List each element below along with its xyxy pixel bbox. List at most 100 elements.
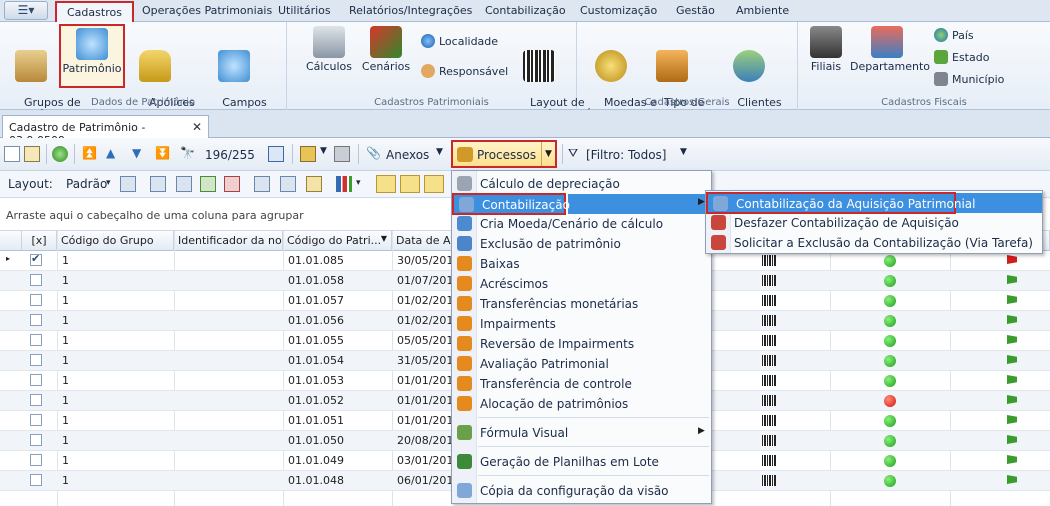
menu-item-copia-da-configuracao-da-visao[interactable]: Cópia da configuração da visão: [452, 481, 711, 501]
row-select-checkbox[interactable]: [30, 274, 42, 286]
asset-diamond-icon: [76, 28, 108, 60]
row-select-checkbox[interactable]: [30, 354, 42, 366]
grid-icon[interactable]: [176, 176, 192, 192]
refresh-icon[interactable]: [52, 146, 68, 162]
ribbon-tab-relatorios-integracoes[interactable]: Relatórios/Integrações: [349, 4, 472, 17]
pais-button[interactable]: País: [934, 28, 974, 42]
submenu-item-solicitar-exclusao-contabilizacao[interactable]: Solicitar a Exclusão da Contabilização (…: [706, 233, 1042, 253]
ribbon-tab-gestao[interactable]: Gestão: [676, 4, 715, 17]
cell-codigo-patrimonio: 01.01.048: [288, 474, 344, 487]
departamento-button[interactable]: Departamento: [850, 26, 930, 73]
download-icon[interactable]: [200, 176, 216, 192]
row-select-checkbox[interactable]: [30, 334, 42, 346]
column-header-codigo-patrimonio[interactable]: Código do Patri... ▼: [283, 231, 392, 251]
menu-item-baixas[interactable]: Baixas: [452, 254, 711, 274]
view-mode-icon[interactable]: [424, 175, 444, 193]
menu-item-avaliacao-patrimonial[interactable]: Avaliação Patrimonial: [452, 354, 711, 374]
estado-button[interactable]: Estado: [934, 50, 989, 64]
calendar-icon[interactable]: [268, 146, 284, 162]
first-record-icon[interactable]: ⏫: [82, 146, 97, 160]
anexos-dropdown-icon[interactable]: ▼: [436, 147, 443, 157]
ribbon-tab-ambiente[interactable]: Ambiente: [736, 4, 789, 17]
binoculars-icon[interactable]: 🔭: [180, 146, 195, 160]
menu-item-impairments[interactable]: Impairments: [452, 314, 711, 334]
filter-dropdown-icon[interactable]: ▼: [680, 147, 687, 157]
application-menu-button[interactable]: ☰▾: [4, 1, 48, 20]
menu-item-geracao-de-planilhas-em-lote[interactable]: Geração de Planilhas em Lote: [452, 452, 711, 472]
row-select-checkbox[interactable]: [30, 394, 42, 406]
status-indicator-icon: [884, 455, 896, 467]
layout-preset-dropdown[interactable]: Padrão: [66, 177, 107, 191]
new-record-icon[interactable]: [4, 146, 20, 162]
localidade-button[interactable]: Localidade: [421, 34, 498, 48]
document-tab[interactable]: Cadastro de Patrimônio - 03.9.0509 ✕: [2, 115, 209, 147]
cell-codigo-grupo: 1: [62, 434, 69, 447]
chart-icon[interactable]: [336, 176, 352, 192]
municipio-button[interactable]: Município: [934, 72, 1004, 86]
ribbon-tab-cadastros[interactable]: Cadastros: [55, 1, 134, 22]
cell-codigo-grupo: 1: [62, 314, 69, 327]
responsavel-button[interactable]: Responsável: [421, 64, 508, 78]
row-select-checkbox[interactable]: [30, 434, 42, 446]
row-select-checkbox[interactable]: [30, 474, 42, 486]
menu-item-formula-visual[interactable]: Fórmula Visual: [452, 423, 711, 443]
layout-preset-chevron-icon[interactable]: ▾: [106, 178, 111, 188]
ribbon-tab-operacoes-patrimoniais[interactable]: Operações Patrimoniais: [142, 4, 272, 17]
previous-record-icon[interactable]: ▲: [106, 146, 115, 160]
row-select-checkbox[interactable]: [30, 414, 42, 426]
close-icon[interactable]: ✕: [192, 120, 202, 134]
ribbon-group-label: Cadastros Fiscais: [881, 97, 967, 108]
menu-item-contabilizacao[interactable]: Contabilização: [452, 193, 570, 215]
view-mode-icon[interactable]: [400, 175, 420, 193]
highlight-icon[interactable]: [306, 176, 322, 192]
column-header-select[interactable]: [x]: [22, 231, 57, 251]
row-select-checkbox[interactable]: [30, 314, 42, 326]
cell-codigo-grupo: 1: [62, 414, 69, 427]
cenarios-button[interactable]: Cenários: [359, 26, 413, 73]
submenu-item-contabilizacao-aquisicao[interactable]: Contabilização da Aquisição Patrimonial: [706, 192, 975, 214]
next-record-icon[interactable]: ▼: [132, 146, 141, 160]
cell-codigo-grupo: 1: [62, 474, 69, 487]
anexos-button[interactable]: Anexos: [386, 148, 429, 162]
layout-save-icon[interactable]: [120, 176, 136, 192]
status-indicator-icon: [884, 315, 896, 327]
row-select-checkbox[interactable]: [30, 374, 42, 386]
export-icon[interactable]: [300, 146, 316, 162]
filiais-button[interactable]: Filiais: [808, 26, 844, 73]
filter-button[interactable]: [Filtro: Todos]: [586, 148, 666, 162]
menu-item-transferencia-de-controle[interactable]: Transferência de controle: [452, 374, 711, 394]
chart-dropdown-icon[interactable]: ▾: [356, 178, 361, 188]
print-icon[interactable]: [334, 146, 350, 162]
patrimonio-button[interactable]: Patrimônio: [59, 24, 125, 88]
edit-record-icon[interactable]: [24, 146, 40, 162]
calculos-button[interactable]: Cálculos: [305, 26, 353, 73]
menu-item-calculo-de-depreciacao[interactable]: Cálculo de depreciação: [452, 174, 711, 194]
ribbon-tab-utilitarios[interactable]: Utilitários: [278, 4, 331, 17]
export-dropdown-icon[interactable]: ▼: [320, 146, 327, 156]
menu-item-reversao-de-impairments[interactable]: Reversão de Impairments: [452, 334, 711, 354]
column-header-identificador-nota[interactable]: Identificador da nota: [174, 231, 283, 251]
menu-item-transferencias-monetarias[interactable]: Transferências monetárias: [452, 294, 711, 314]
submenu-item-desfazer-contabilizacao[interactable]: Desfazer Contabilização de Aquisição: [706, 213, 1042, 233]
menu-item-acrescimos[interactable]: Acréscimos: [452, 274, 711, 294]
menu-item-alocacao-de-patrimonios[interactable]: Alocação de patrimônios: [452, 394, 711, 414]
ribbon-tab-customizacao[interactable]: Customização: [580, 4, 657, 17]
sum-icon[interactable]: [254, 176, 270, 192]
menu-item-exclusao-de-patrimonio[interactable]: Exclusão de patrimônio: [452, 234, 711, 254]
current-row-indicator-icon: ▸: [6, 254, 11, 263]
column-header-codigo-grupo[interactable]: Código do Grupo: [57, 231, 174, 251]
last-record-icon[interactable]: ⏬: [155, 146, 170, 160]
processos-button[interactable]: Processos ▼: [451, 140, 557, 168]
row-select-checkbox[interactable]: [30, 252, 42, 266]
columns-icon[interactable]: [150, 176, 166, 192]
layout-label: Layout:: [8, 177, 53, 191]
upload-icon[interactable]: [224, 176, 240, 192]
processos-dropdown-icon[interactable]: ▼: [541, 142, 555, 166]
view-mode-icon[interactable]: [376, 175, 396, 193]
formula-icon[interactable]: [280, 176, 296, 192]
ribbon-tab-contabilizacao[interactable]: Contabilização: [485, 4, 566, 17]
row-select-checkbox[interactable]: [30, 454, 42, 466]
status-indicator-icon: [884, 355, 896, 367]
row-select-checkbox[interactable]: [30, 294, 42, 306]
menu-item-cria-moeda-cenario-de-calculo[interactable]: Cria Moeda/Cenário de cálculo: [452, 214, 711, 234]
